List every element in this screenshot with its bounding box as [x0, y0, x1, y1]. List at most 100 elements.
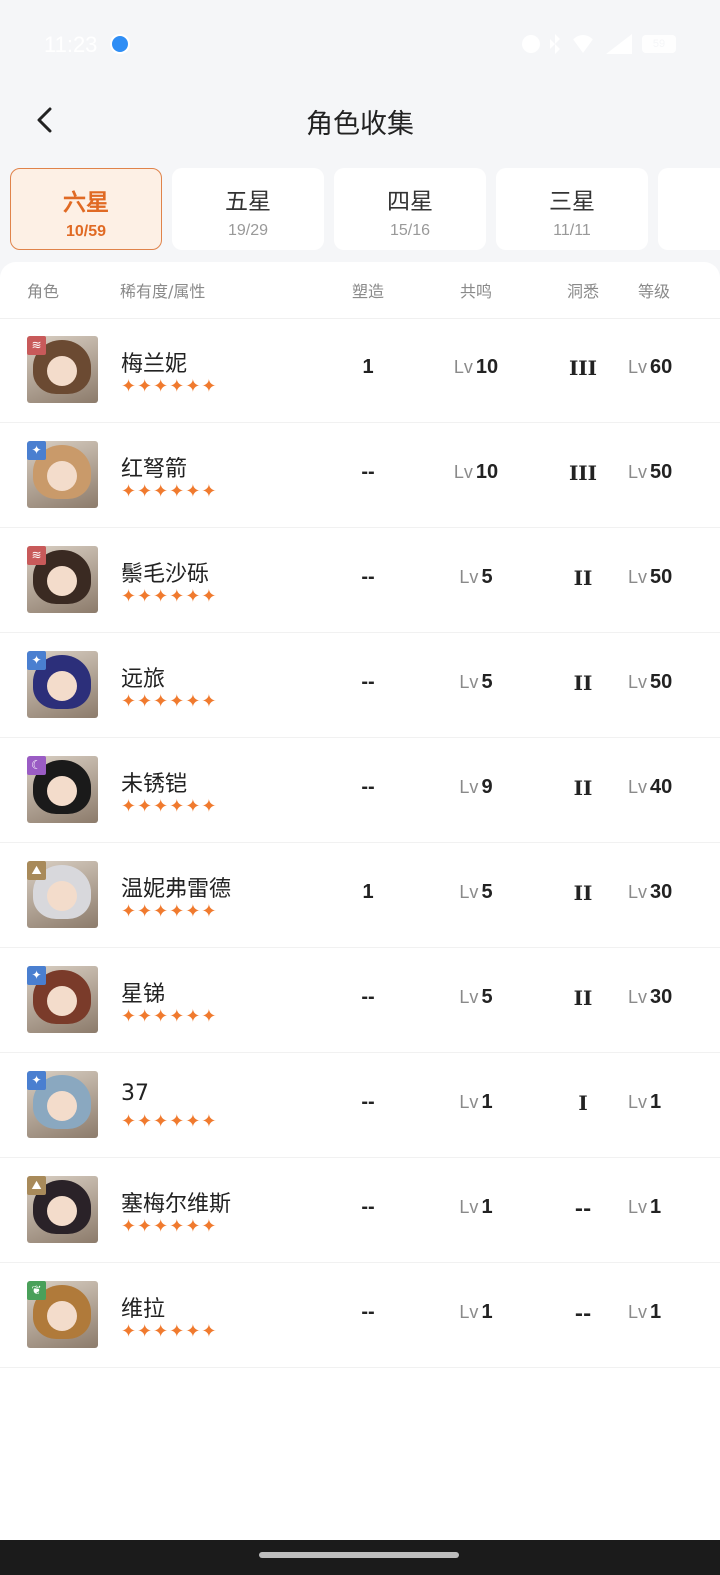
resonance-level-value: 10 [475, 461, 499, 483]
character-avatar[interactable]: ✦ [27, 966, 98, 1033]
character-level: Lv 50 [628, 671, 708, 694]
character-level-value: 1 [650, 1091, 662, 1113]
col-resonance[interactable]: 共鸣 [460, 278, 492, 302]
star-attribute-icon: ✦ [27, 651, 46, 670]
character-row[interactable]: ✦ 红弩箭 ✦✦✦✦✦✦ -- Lv 10 III Lv 50 [0, 423, 720, 528]
character-avatar[interactable]: ⛰ [27, 1176, 98, 1243]
avatar-face [47, 1196, 77, 1226]
tab-rarity[interactable]: 三星 11/11 [496, 168, 648, 250]
insight-value: I [578, 1091, 588, 1115]
system-nav-bar [0, 1540, 720, 1575]
battery-icon: 59 [642, 35, 676, 53]
character-level-value: 50 [650, 671, 673, 693]
character-avatar[interactable]: ✦ [27, 441, 98, 508]
bluetooth-icon [550, 34, 560, 54]
avatar-face [47, 881, 77, 911]
character-avatar[interactable]: ⛰ [27, 861, 98, 928]
tab-count: 10/59 [65, 223, 107, 240]
character-name: 星锑 [121, 982, 166, 1007]
header: 角色收集 [0, 90, 720, 150]
resonance-level-value: 5 [481, 566, 493, 588]
lv-prefix: Lv [628, 1197, 648, 1217]
character-row[interactable]: ❦ 维拉 ✦✦✦✦✦✦ -- Lv 1 -- Lv 1 [0, 1263, 720, 1368]
col-rarity: 稀有度/属性 [120, 282, 206, 301]
lv-prefix: Lv [628, 462, 648, 482]
character-row[interactable]: ≋ 梅兰妮 ✦✦✦✦✦✦ 1 Lv 10 III Lv 60 [0, 318, 720, 423]
col-shape[interactable]: 塑造 [352, 278, 384, 302]
avatar-face [47, 1301, 77, 1331]
rarity-stars: ✦✦✦✦✦✦ [121, 901, 218, 922]
character-name: 维拉 [121, 1297, 166, 1322]
character-avatar[interactable]: ≋ [27, 546, 98, 613]
column-header: 角色 稀有度/属性 塑造 共鸣 洞悉 等级 [0, 262, 720, 319]
page-title: 角色收集 [306, 109, 414, 140]
resonance-level: Lv 9 [430, 776, 522, 799]
lv-prefix: Lv [459, 882, 479, 902]
character-avatar[interactable]: ☾ [27, 756, 98, 823]
avatar-face [47, 566, 77, 596]
tab-rarity[interactable]: 二 [658, 168, 720, 250]
status-time: 11:23 [44, 32, 98, 57]
tab-rarity[interactable]: 六星 10/59 [10, 168, 162, 250]
character-row[interactable]: ✦ 37 ✦✦✦✦✦✦ -- Lv 1 I Lv 1 [0, 1053, 720, 1158]
character-level: Lv 40 [628, 776, 708, 799]
character-avatar[interactable]: ✦ [27, 651, 98, 718]
character-row[interactable]: ≋ 鬃毛沙砾 ✦✦✦✦✦✦ -- Lv 5 II Lv 50 [0, 528, 720, 633]
character-avatar[interactable]: ✦ [27, 1071, 98, 1138]
character-row[interactable]: ✦ 星锑 ✦✦✦✦✦✦ -- Lv 5 II Lv 30 [0, 948, 720, 1053]
avatar-face [47, 986, 77, 1016]
wifi-icon [570, 35, 596, 53]
lv-prefix: Lv [459, 1197, 479, 1217]
character-row[interactable]: ⛰ 温妮弗雷德 ✦✦✦✦✦✦ 1 Lv 5 II Lv 30 [0, 843, 720, 948]
shape-value: -- [361, 986, 375, 1008]
character-level-value: 60 [650, 356, 673, 378]
col-insight[interactable]: 洞悉 [567, 278, 599, 302]
character-name: 塞梅尔维斯 [121, 1192, 232, 1217]
notification-app-icon [110, 34, 130, 54]
beast-attribute-icon: ≋ [27, 336, 46, 355]
rarity-stars: ✦✦✦✦✦✦ [121, 796, 218, 817]
character-row[interactable]: ⛰ 塞梅尔维斯 ✦✦✦✦✦✦ -- Lv 1 -- Lv 1 [0, 1158, 720, 1263]
shape-value: -- [361, 566, 375, 588]
resonance-level: Lv 5 [430, 986, 522, 1009]
character-level: Lv 30 [628, 881, 708, 904]
resonance-level-value: 1 [481, 1091, 493, 1113]
lv-prefix: Lv [628, 567, 648, 587]
character-rows: ≋ 梅兰妮 ✦✦✦✦✦✦ 1 Lv 10 III Lv 60 ✦ 红弩箭 ✦✦✦✦✦✦ -- Lv 10 II… [0, 318, 720, 1368]
tab-label: 四星 [387, 189, 433, 215]
star-attribute-icon: ✦ [27, 441, 46, 460]
lv-prefix: Lv [459, 777, 479, 797]
character-level-value: 30 [650, 881, 673, 903]
tab-rarity[interactable]: 五星 19/29 [172, 168, 324, 250]
resonance-level-value: 1 [481, 1196, 493, 1218]
character-level: Lv 50 [628, 566, 708, 589]
character-row[interactable]: ☾ 未锈铠 ✦✦✦✦✦✦ -- Lv 9 II Lv 40 [0, 738, 720, 843]
plant-attribute-icon: ❦ [27, 1281, 46, 1300]
resonance-level-value: 9 [481, 776, 493, 798]
alarm-icon [522, 35, 540, 53]
character-avatar[interactable]: ❦ [27, 1281, 98, 1348]
insight-value: -- [574, 1301, 592, 1325]
character-row[interactable]: ✦ 远旅 ✦✦✦✦✦✦ -- Lv 5 II Lv 50 [0, 633, 720, 738]
resonance-level: Lv 10 [430, 461, 522, 484]
character-avatar[interactable]: ≋ [27, 336, 98, 403]
col-level[interactable]: 等级 [638, 278, 670, 302]
character-level: Lv 60 [628, 356, 708, 379]
insight-value: II [573, 881, 593, 905]
shape-value: 1 [362, 356, 374, 378]
character-level-value: 40 [650, 776, 673, 798]
shape-value: -- [361, 1196, 375, 1218]
character-level: Lv 1 [628, 1091, 708, 1114]
spirit-attribute-icon: ☾ [27, 756, 46, 775]
insight-value: II [573, 566, 593, 590]
tab-label: 二 [658, 182, 720, 216]
tab-count: 15/16 [389, 222, 431, 239]
rarity-stars: ✦✦✦✦✦✦ [121, 1111, 218, 1132]
home-indicator[interactable] [259, 1552, 459, 1558]
lv-prefix: Lv [628, 357, 648, 377]
character-name: 未锈铠 [121, 772, 188, 797]
tab-rarity[interactable]: 四星 15/16 [334, 168, 486, 250]
resonance-level: Lv 5 [430, 881, 522, 904]
avatar-face [47, 1091, 77, 1121]
lv-prefix: Lv [459, 1302, 479, 1322]
